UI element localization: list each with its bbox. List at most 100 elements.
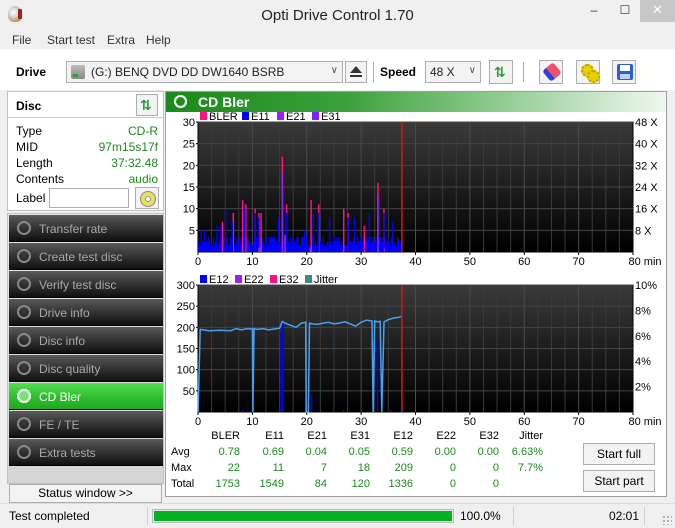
settings-button[interactable] [576, 60, 600, 84]
stats-cell: 0 [449, 478, 456, 490]
start-part-button[interactable]: Start part [583, 470, 655, 492]
y-tick-label: 5 [189, 225, 195, 237]
y-tick-label: 300 [177, 280, 195, 292]
nav-item-label: Transfer rate [39, 222, 108, 236]
stats-cell: 0.05 [348, 446, 370, 458]
y-tick-label: 50 [183, 386, 195, 398]
legend-swatch-e31 [312, 112, 319, 120]
disc-icon [17, 221, 31, 235]
resize-grip[interactable] [662, 515, 672, 525]
info-key: Type [16, 124, 43, 138]
label-input[interactable] [49, 188, 129, 208]
legend-label-e11: E11 [251, 111, 270, 123]
stats-cell: 6.63% [511, 446, 543, 458]
menu-bar: File Start test Extra Help [0, 30, 675, 50]
test-navigation: Transfer rate Create test disc Verify test… [7, 213, 164, 484]
menu-help[interactable]: Help [146, 33, 171, 47]
stats-cell: 0 [492, 462, 499, 474]
eject-button[interactable] [345, 61, 367, 83]
y-tick-label: 150 [177, 344, 195, 356]
menu-file[interactable]: File [12, 33, 31, 47]
speed-value: 48 X [430, 65, 455, 79]
x-tick-label: 50 [464, 256, 476, 268]
refresh-speed-button[interactable]: ⇅ [489, 60, 513, 84]
status-bar: Test completed 100.0% 02:01 [0, 503, 675, 528]
disc-icon [17, 333, 31, 347]
eraser-icon [542, 62, 562, 82]
stats-cell: 0.78 [218, 446, 240, 458]
info-value: audio [128, 172, 158, 186]
disc-icon [17, 305, 31, 319]
info-key: Contents [16, 172, 65, 186]
nav-item-drive-info[interactable]: Drive info [9, 299, 163, 326]
nav-item-transfer-rate[interactable]: Transfer rate [9, 215, 163, 242]
speed-select[interactable]: 48 X ∨ [425, 61, 481, 83]
nav-item-label: Extra tests [39, 446, 96, 460]
status-window-button[interactable]: Status window >> [9, 484, 162, 503]
y2-tick-label: 16 X [635, 204, 658, 216]
nav-item-create-test-disc[interactable]: Create test disc [9, 243, 163, 270]
y2-tick-label: 4% [635, 356, 651, 368]
menu-extra[interactable]: Extra [107, 33, 135, 47]
start-full-button[interactable]: Start full [583, 443, 655, 465]
status-divider [147, 507, 148, 525]
legend-label-jitter: Jitter [314, 274, 338, 286]
x-tick-label: 10 [246, 256, 258, 268]
y-tick-label: 100 [177, 365, 195, 377]
drive-value: (G:) BENQ DVD DD DW1640 BSRB [91, 65, 285, 79]
disc-refresh-button[interactable]: ⇅ [136, 94, 158, 116]
legend-label-e22: E22 [244, 274, 264, 286]
info-value: CD-R [128, 124, 158, 138]
stats-column-header: Jitter [519, 430, 543, 442]
nav-item-disc-info[interactable]: Disc info [9, 327, 163, 354]
nav-item-disc-quality[interactable]: Disc quality [9, 355, 163, 382]
maximize-button[interactable]: ☐ [610, 0, 640, 22]
nav-item-label: CD Bler [39, 390, 82, 404]
y-tick-label: 250 [177, 301, 195, 313]
stats-cell: 1549 [259, 478, 284, 490]
menu-start-test[interactable]: Start test [47, 33, 95, 47]
y-tick-label: 30 [183, 117, 195, 129]
stats-column-header: E31 [350, 430, 370, 442]
stats-column-header: E11 [265, 430, 284, 442]
disc-length-row: Length 37:32.48 [16, 156, 158, 172]
stats-column-header: E22 [436, 430, 456, 442]
speed-label: Speed [380, 65, 417, 79]
nav-item-label: FE / TE [39, 418, 80, 432]
status-divider [513, 507, 514, 525]
y2-tick-label: 6% [635, 331, 651, 343]
save-icon [617, 64, 633, 80]
stats-cell: 0.59 [391, 446, 413, 458]
legend-swatch-e12 [200, 275, 207, 283]
erase-button[interactable] [539, 60, 563, 84]
x-tick-label: 0 [195, 416, 201, 428]
refresh-icon: ⇅ [140, 97, 152, 113]
nav-item-extra-tests[interactable]: Extra tests [9, 439, 163, 466]
nav-item-fe-te[interactable]: FE / TE [9, 411, 163, 438]
nav-item-verify-test-disc[interactable]: Verify test disc [9, 271, 163, 298]
toolbar-divider [523, 62, 524, 82]
toolbar-divider [373, 62, 374, 82]
stats-column-header: E12 [393, 430, 413, 442]
minimize-button[interactable]: ‒ [579, 0, 609, 22]
drive-select[interactable]: (G:) BENQ DVD DD DW1640 BSRB ∨ [66, 61, 343, 83]
stats-cell: 11 [272, 462, 284, 474]
y2-tick-label: 48 X [635, 117, 658, 129]
stats-row-label: Max [171, 462, 192, 474]
x-tick-label: 0 [195, 256, 201, 268]
gears-icon [581, 64, 600, 83]
nav-item-cd-bler[interactable]: CD Bler [9, 383, 163, 410]
read-label-button[interactable] [135, 187, 159, 209]
legend-label-e31: E31 [321, 111, 341, 123]
x-tick-label: 50 [464, 416, 476, 428]
y-tick-label: 25 [183, 139, 195, 151]
label-key: Label [16, 191, 46, 205]
refresh-icon: ⇅ [494, 64, 506, 80]
save-button[interactable] [612, 60, 636, 84]
close-button[interactable]: ✕ [640, 0, 675, 22]
stats-column-header: E21 [307, 430, 327, 442]
legend-label-e12: E12 [209, 274, 229, 286]
disc-icon [17, 389, 31, 403]
drive-icon [71, 65, 85, 79]
drive-label: Drive [16, 65, 47, 79]
